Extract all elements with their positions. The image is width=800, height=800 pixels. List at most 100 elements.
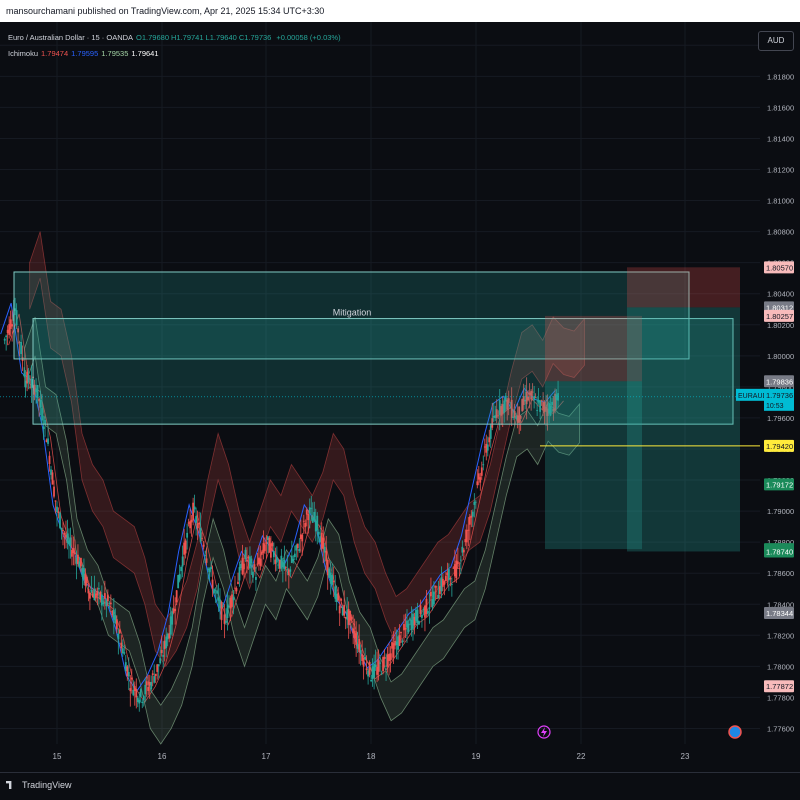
candle-body <box>449 577 452 580</box>
candle-body <box>407 623 410 633</box>
candle-body <box>337 592 340 601</box>
candle-body <box>174 608 177 612</box>
candle-body <box>467 529 470 531</box>
candle-body <box>379 662 381 664</box>
price-tick-label: 1.79000 <box>767 507 794 516</box>
candle-body <box>383 656 386 659</box>
price-label-text: 1.79172 <box>766 480 793 489</box>
candle-body <box>244 549 247 559</box>
candle-body <box>302 520 305 522</box>
candle-body <box>231 594 233 607</box>
symbol-legend: Euro / Australian Dollar · 15 · OANDA O1.… <box>8 33 344 42</box>
chart-area[interactable]: Mitigation1.820001.818001.816001.814001.… <box>0 22 800 772</box>
candle-body <box>237 581 239 585</box>
candle-body <box>23 374 25 376</box>
indicator-name: Ichimoku <box>8 49 39 58</box>
price-tick-label: 1.81200 <box>767 166 794 175</box>
candle-body <box>159 658 162 664</box>
candle-body <box>105 600 108 607</box>
candle-body <box>419 605 422 614</box>
candle-body <box>154 673 157 676</box>
candle-body <box>210 566 212 570</box>
time-tick-label: 15 <box>53 752 62 761</box>
candle-body <box>317 531 320 535</box>
tradingview-logo[interactable]: TradingView <box>6 780 72 790</box>
candle-body <box>63 532 66 535</box>
candle-body <box>358 638 361 653</box>
candle-body <box>400 632 402 634</box>
candle-body <box>343 604 346 616</box>
price-label-text: 1.80570 <box>766 263 793 272</box>
candle-body <box>428 607 431 609</box>
candle-body <box>96 591 99 596</box>
candle-body <box>160 649 163 654</box>
candle-body <box>57 511 60 513</box>
price-label-text: 1.79420 <box>766 442 793 451</box>
candle-body <box>184 540 187 554</box>
candle-body <box>389 653 392 661</box>
price-tick-label: 1.80200 <box>767 321 794 330</box>
price-tick-label: 1.80000 <box>767 352 794 361</box>
candle-body <box>3 339 6 341</box>
price-chart[interactable]: Mitigation1.820001.818001.816001.814001.… <box>0 22 800 772</box>
candle-body <box>243 563 245 570</box>
price-tick-label: 1.81800 <box>767 72 794 81</box>
candle-body <box>208 568 211 572</box>
candle-body <box>380 673 383 675</box>
candle-body <box>117 633 120 640</box>
candle-body <box>416 609 419 623</box>
candle-body <box>89 592 91 599</box>
candle-body <box>298 548 301 552</box>
candle-body <box>368 662 371 675</box>
candle-body <box>205 558 208 563</box>
indicator-value-1: 1.79595 <box>71 49 99 58</box>
candle-body <box>129 688 132 692</box>
indicator-value-2: 1.79535 <box>101 49 129 58</box>
candle-body <box>135 688 138 698</box>
candle-body <box>175 590 178 603</box>
time-tick-label: 18 <box>367 752 376 761</box>
candle-body <box>69 537 72 546</box>
candle-body <box>186 532 189 538</box>
price-tick-label: 1.81600 <box>767 103 794 112</box>
time-tick-label: 22 <box>577 752 586 761</box>
candle-body <box>90 589 93 592</box>
candle-body <box>192 502 195 521</box>
candle-body <box>144 684 147 695</box>
candle-body <box>259 558 262 566</box>
price-tick-label: 1.80400 <box>767 290 794 299</box>
price-tick-label: 1.79600 <box>767 414 794 423</box>
candle-body <box>11 324 14 327</box>
candle-body <box>271 542 274 547</box>
candle-body <box>338 605 341 614</box>
time-tick-label: 17 <box>262 752 271 761</box>
candle-body <box>480 467 483 476</box>
candle-body <box>202 544 205 547</box>
candle-body <box>359 650 362 653</box>
candle-body <box>102 602 105 604</box>
candle-body <box>115 619 118 630</box>
candle-body <box>332 580 335 583</box>
candle-body <box>145 681 148 686</box>
change-value: +0.00058 (+0.03%) <box>276 33 341 42</box>
candle-body <box>123 652 126 654</box>
candle-body <box>199 527 202 542</box>
candle-body <box>139 689 142 697</box>
candle-body <box>5 335 8 337</box>
candle-body <box>235 588 238 592</box>
candle-body <box>310 508 313 510</box>
candle-body <box>147 686 150 691</box>
candle-body <box>476 481 479 486</box>
candle-body <box>486 444 489 451</box>
candle-body <box>103 593 106 599</box>
candle-body <box>264 544 266 552</box>
price-tick-label: 1.81400 <box>767 134 794 143</box>
indicator-value-0: 1.79474 <box>41 49 69 58</box>
published-text: mansourchamani published on TradingView.… <box>6 6 325 16</box>
candle-body <box>450 584 453 585</box>
candle-body <box>225 620 227 623</box>
currency-button[interactable]: AUD <box>758 31 794 51</box>
calendar-event-icon[interactable] <box>728 725 742 739</box>
candle-body <box>313 511 316 521</box>
price-tick-label: 1.80800 <box>767 228 794 237</box>
